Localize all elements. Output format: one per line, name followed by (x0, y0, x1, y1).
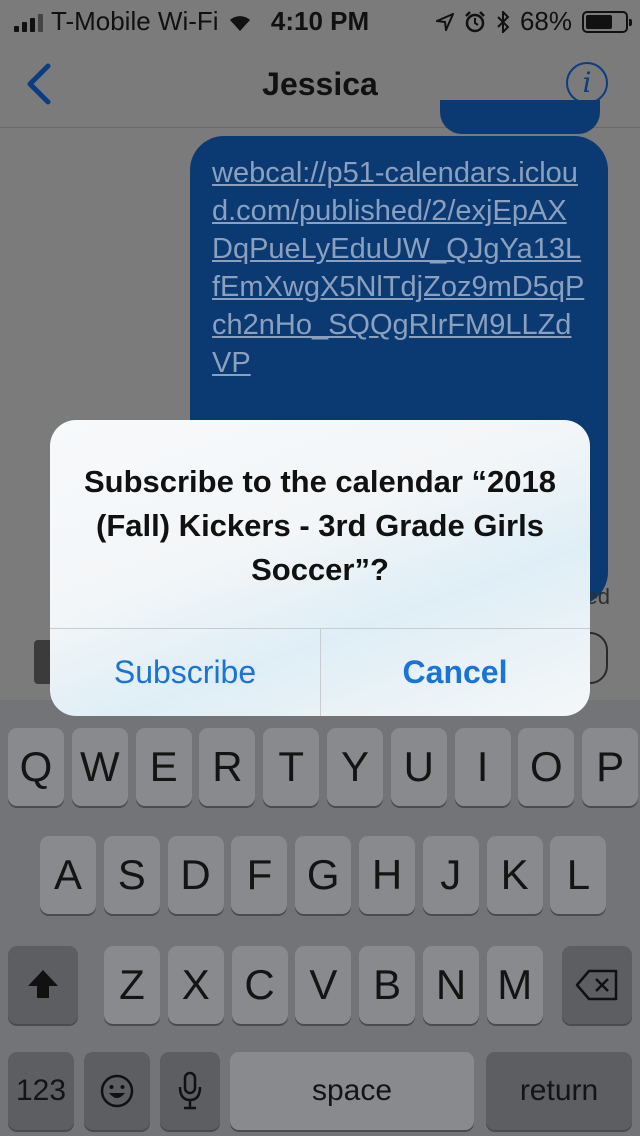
info-icon[interactable]: i (566, 62, 608, 104)
key-d[interactable]: D (167, 836, 224, 914)
space-key[interactable]: space (230, 1052, 474, 1130)
battery-percent: 68% (519, 6, 572, 36)
key-x[interactable]: X (167, 946, 224, 1024)
subscribe-button[interactable]: Subscribe (50, 628, 320, 716)
shift-key[interactable] (8, 946, 78, 1024)
key-s[interactable]: S (103, 836, 160, 914)
key-l[interactable]: L (550, 836, 607, 914)
status-bar: T-Mobile Wi-Fi 4:10 PM 68% (0, 0, 640, 40)
key-k[interactable]: K (486, 836, 543, 914)
microphone-icon (178, 1071, 202, 1110)
previous-message-bubble (440, 100, 600, 134)
key-t[interactable]: T (263, 728, 320, 806)
key-z[interactable]: Z (104, 946, 160, 1024)
key-p[interactable]: P (582, 728, 639, 806)
key-e[interactable]: E (135, 728, 192, 806)
message-link[interactable]: webcal://p51-calendars.icloud.com/publis… (212, 154, 586, 382)
emoji-icon (100, 1074, 134, 1108)
battery-fill (586, 14, 612, 29)
key-q[interactable]: Q (8, 728, 64, 806)
key-v[interactable]: V (295, 946, 352, 1024)
key-i[interactable]: I (454, 728, 511, 806)
key-b[interactable]: B (359, 946, 416, 1024)
subscribe-alert: Subscribe to the calendar “2018 (Fall) K… (50, 420, 590, 716)
dictation-key[interactable] (160, 1052, 220, 1130)
alert-message: Subscribe to the calendar “2018 (Fall) K… (83, 464, 557, 587)
key-f[interactable]: F (231, 836, 288, 914)
key-y[interactable]: Y (327, 728, 383, 806)
key-w[interactable]: W (71, 728, 128, 806)
keyboard: QWERTYUIOP ASDFGHJKL ZXCVBNM 123 space r… (0, 700, 640, 1136)
bluetooth-icon (497, 10, 510, 33)
cancel-button[interactable]: Cancel (320, 628, 590, 716)
delete-key[interactable] (562, 946, 632, 1024)
key-j[interactable]: J (422, 836, 479, 914)
battery-icon (582, 10, 632, 33)
key-o[interactable]: O (518, 728, 575, 806)
location-icon (435, 12, 454, 31)
status-right: 68% (435, 6, 632, 37)
key-u[interactable]: U (390, 728, 447, 806)
key-a[interactable]: A (40, 836, 96, 914)
key-n[interactable]: N (423, 946, 479, 1024)
numbers-key[interactable]: 123 (8, 1052, 74, 1130)
key-h[interactable]: H (359, 836, 415, 914)
key-c[interactable]: C (231, 946, 288, 1024)
return-key[interactable]: return (486, 1052, 632, 1130)
key-g[interactable]: G (295, 836, 352, 914)
emoji-key[interactable] (84, 1052, 150, 1130)
key-r[interactable]: R (199, 728, 256, 806)
shift-icon (28, 970, 58, 998)
alarm-icon (465, 10, 485, 32)
key-m[interactable]: M (486, 946, 543, 1024)
conversation-title[interactable]: Jessica (0, 66, 640, 103)
delete-icon (575, 969, 618, 1001)
